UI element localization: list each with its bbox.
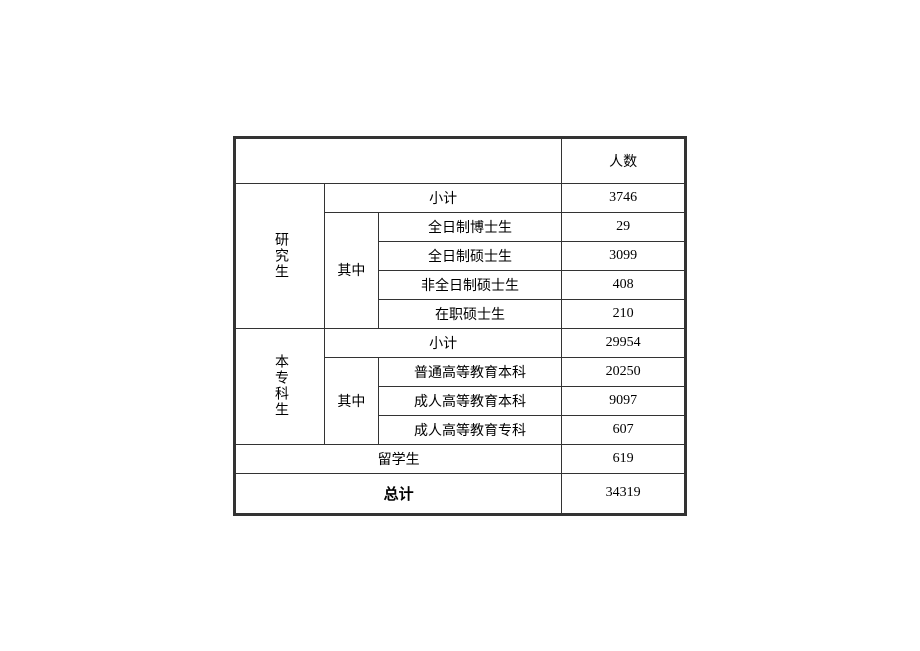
undergrad-item-1-label: 成人高等教育本科 [378, 386, 562, 415]
grad-subtotal-value: 3746 [562, 183, 685, 212]
undergrad-item-2-value: 607 [562, 415, 685, 444]
grad-item-2-value: 408 [562, 270, 685, 299]
undergrad-subtotal-row: 本专科生 小计 29954 [236, 328, 685, 357]
grad-item-2-label: 非全日制硕士生 [378, 270, 562, 299]
header-row: 人数 [236, 138, 685, 183]
undergrad-subtotal-value: 29954 [562, 328, 685, 357]
undergrad-subtotal-label: 小计 [325, 328, 562, 357]
undergrad-item-1-value: 9097 [562, 386, 685, 415]
grad-item-0-value: 29 [562, 212, 685, 241]
grad-label: 研究生 [236, 183, 325, 328]
grad-subtotal-row: 研究生 小计 3746 [236, 183, 685, 212]
undergrad-item-0-value: 20250 [562, 357, 685, 386]
grad-subtotal-label: 小计 [325, 183, 562, 212]
undergrad-item-0-label: 普通高等教育本科 [378, 357, 562, 386]
intl-label: 留学生 [236, 444, 562, 473]
undergrad-item-2-label: 成人高等教育专科 [378, 415, 562, 444]
header-blank-cell [236, 138, 562, 183]
total-label: 总计 [236, 473, 562, 513]
total-value: 34319 [562, 473, 685, 513]
student-count-table: 人数 研究生 小计 3746 其中 全日制博士生 29 全日制硕士生 3099 … [233, 136, 687, 516]
grad-sub-label: 其中 [325, 212, 379, 328]
grad-item-3-value: 210 [562, 299, 685, 328]
intl-value: 619 [562, 444, 685, 473]
data-table: 人数 研究生 小计 3746 其中 全日制博士生 29 全日制硕士生 3099 … [235, 138, 685, 514]
grad-item-3-label: 在职硕士生 [378, 299, 562, 328]
header-count-label: 人数 [562, 138, 685, 183]
total-row: 总计 34319 [236, 473, 685, 513]
undergrad-label: 本专科生 [236, 328, 325, 444]
intl-row: 留学生 619 [236, 444, 685, 473]
grad-item-1-label: 全日制硕士生 [378, 241, 562, 270]
grad-item-1-value: 3099 [562, 241, 685, 270]
grad-item-0-label: 全日制博士生 [378, 212, 562, 241]
undergrad-sub-label: 其中 [325, 357, 379, 444]
